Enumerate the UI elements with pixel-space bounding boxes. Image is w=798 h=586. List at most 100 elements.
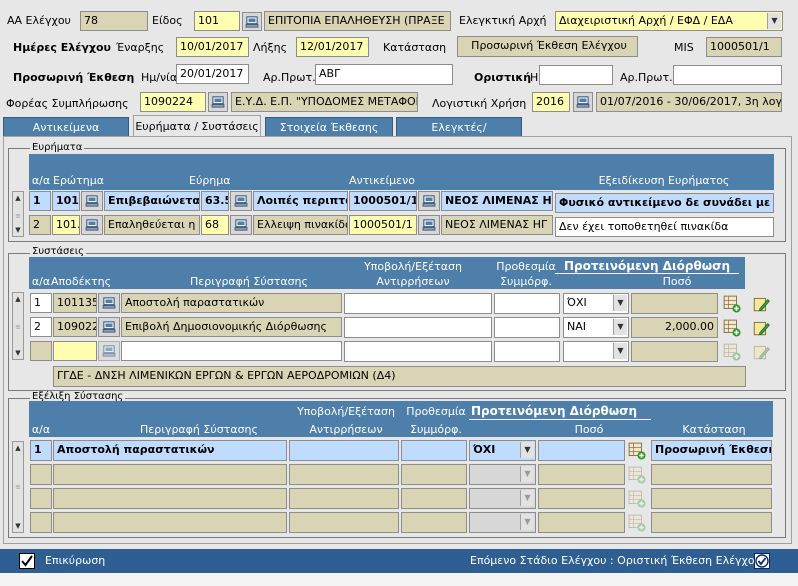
evrima-obj-text[interactable]: ΝΕΟΣ ΛΙΜΕΝΑΣ ΗΓ [441, 191, 553, 211]
tab-elegktes[interactable]: Ελεγκτές/Συμμετέχοντες [396, 117, 522, 153]
exelixi-dior-select[interactable]: ▼ [469, 512, 536, 533]
exelixi-aa[interactable] [30, 488, 52, 509]
evrima-f-code[interactable]: 63.5 [201, 191, 229, 211]
add-row-button[interactable] [627, 465, 647, 485]
evrima-spec[interactable]: Φυσικό αντικείμενο δε συνάδει με [555, 193, 774, 213]
edit-button[interactable] [751, 342, 771, 362]
exelixi-prothesmia[interactable] [401, 488, 467, 509]
epikyrosi-checkbox[interactable] [19, 553, 35, 569]
xrisi-lov-button[interactable] [573, 92, 593, 112]
exelixi-prothesmia[interactable] [401, 464, 467, 485]
exelixi-dior-select[interactable]: ▼ [469, 488, 536, 509]
exelixi-status[interactable] [651, 512, 772, 533]
systasi-code[interactable] [53, 341, 97, 361]
systasi-poso[interactable] [631, 341, 718, 362]
evrimata-scrollbar[interactable]: ▲ ≡ ▼ [12, 191, 24, 237]
exelixi-aa[interactable] [30, 464, 52, 485]
exelixi-poso[interactable] [538, 464, 625, 485]
add-row-button[interactable] [627, 441, 647, 461]
dior-select[interactable]: ΌΧΙ ▼ [563, 293, 629, 314]
systasi-desc[interactable]: Αποστολή παραστατικών [121, 293, 342, 313]
exelixi-ypovoli[interactable] [289, 512, 399, 533]
systasi-ypovoli[interactable] [344, 341, 492, 362]
systasi-poso[interactable]: 2,000.00 [631, 317, 718, 338]
systaseis-scrollbar[interactable]: ▲ ≡ ▼ [12, 292, 24, 360]
oristiki-date-field[interactable] [539, 65, 613, 85]
systasi-poso[interactable] [631, 293, 718, 314]
systasi-prothesmia[interactable] [494, 293, 560, 314]
tab-stoixeia-ekthesis[interactable]: Στοιχεία Έκθεσης [265, 117, 393, 137]
exelixi-ypovoli[interactable] [289, 464, 399, 485]
add-row-button[interactable] [627, 489, 647, 509]
exelixi-prothesmia[interactable] [401, 440, 467, 461]
evrima-q-code[interactable]: 101. [52, 215, 80, 235]
exelixi-status[interactable] [651, 464, 772, 485]
foreas-code-field[interactable]: 1090224 [140, 92, 206, 112]
evrima-f-text[interactable]: Λοιπές περιπτώ [253, 191, 348, 211]
evrima-f-text[interactable]: Ελλειψη πινακίδα [253, 215, 348, 235]
enarxi-date-field[interactable]: 10/01/2017 [176, 37, 249, 57]
scroll-down-icon[interactable]: ▼ [13, 224, 23, 236]
systasi-aa[interactable]: 1 [30, 293, 52, 313]
prosorini-date-field[interactable]: 20/01/2017 [176, 64, 249, 84]
scroll-up-icon[interactable]: ▲ [13, 192, 23, 204]
evrima-q-text[interactable]: Επαληθεύεται η τ [104, 215, 200, 235]
scroll-grip-icon[interactable]: ≡ [15, 323, 21, 331]
apodektis-lov-button[interactable] [98, 341, 120, 361]
evrima-obj-text[interactable]: ΝΕΟΣ ΛΙΜΕΝΑΣ ΗΓ [441, 215, 553, 235]
exelixi-desc[interactable] [53, 488, 287, 509]
f-lov-button[interactable] [230, 191, 252, 211]
systasi-prothesmia[interactable] [494, 341, 560, 362]
scroll-down-icon[interactable]: ▼ [13, 347, 23, 359]
systasi-aa[interactable] [30, 341, 52, 361]
dior-select[interactable]: ▼ [563, 341, 629, 362]
exelixi-poso[interactable] [538, 488, 625, 509]
obj-lov-button[interactable] [418, 215, 440, 235]
exelixi-aa[interactable] [30, 512, 52, 533]
exelixi-scrollbar[interactable]: ▲ ≡ ▼ [12, 441, 24, 533]
exelixi-ypovoli[interactable] [289, 488, 399, 509]
evrima-q-text[interactable]: Επιβεβαιώνεται [104, 191, 200, 211]
evrima-aa[interactable]: 2 [29, 215, 51, 235]
lixi-date-field[interactable]: 12/01/2017 [296, 37, 369, 57]
eidos-lov-button[interactable] [242, 12, 262, 31]
evrima-q-code[interactable]: 101. [52, 191, 80, 211]
edit-button[interactable] [751, 318, 771, 338]
foreas-lov-button[interactable] [208, 92, 228, 112]
q-lov-button[interactable] [81, 215, 103, 235]
exelixi-prothesmia[interactable] [401, 512, 467, 533]
scroll-grip-icon[interactable]: ≡ [15, 483, 21, 491]
exelixi-dior-select[interactable]: ▼ [469, 464, 536, 485]
evrima-f-code[interactable]: 68 [201, 215, 229, 235]
scroll-up-icon[interactable]: ▲ [13, 293, 23, 305]
exelixi-poso[interactable] [538, 440, 625, 461]
exelixi-aa[interactable]: 1 [30, 440, 52, 461]
add-row-button[interactable] [627, 513, 647, 533]
q-lov-button[interactable] [81, 191, 103, 211]
dior-select[interactable]: ΝΑΙ ▼ [563, 317, 629, 338]
apodektis-lov-button[interactable] [98, 317, 120, 337]
add-row-button[interactable] [722, 294, 742, 314]
exelixi-status[interactable] [651, 488, 772, 509]
add-row-button[interactable] [722, 342, 742, 362]
evrima-spec[interactable]: Δεν έχει τοποθετηθεί πινακίδα [555, 217, 774, 237]
oristiki-prot-field[interactable] [673, 65, 782, 85]
evrima-aa[interactable]: 1 [29, 191, 51, 211]
exelixi-desc[interactable]: Αποστολή παραστατικών [53, 440, 287, 461]
add-row-button[interactable] [722, 318, 742, 338]
edit-button[interactable] [751, 294, 771, 314]
next-stage-button[interactable] [754, 553, 770, 569]
obj-lov-button[interactable] [418, 191, 440, 211]
systasi-desc[interactable] [121, 341, 342, 361]
exelixi-dior-select[interactable]: ΌΧΙ ▼ [469, 440, 536, 461]
exelixi-desc[interactable] [53, 512, 287, 533]
exelixi-poso[interactable] [538, 512, 625, 533]
scroll-up-icon[interactable]: ▲ [13, 442, 23, 454]
exelixi-status[interactable]: Προσωρινή Έκθεση Ε [651, 440, 772, 461]
scroll-down-icon[interactable]: ▼ [13, 520, 23, 532]
scroll-grip-icon[interactable]: ≡ [15, 212, 21, 220]
evrima-obj-code[interactable]: 1000501/1 [349, 191, 417, 211]
systasi-code[interactable]: 109022 [53, 317, 97, 337]
systasi-prothesmia[interactable] [494, 317, 560, 338]
tab-antikeimena[interactable]: Αντικείμενα [3, 117, 129, 137]
